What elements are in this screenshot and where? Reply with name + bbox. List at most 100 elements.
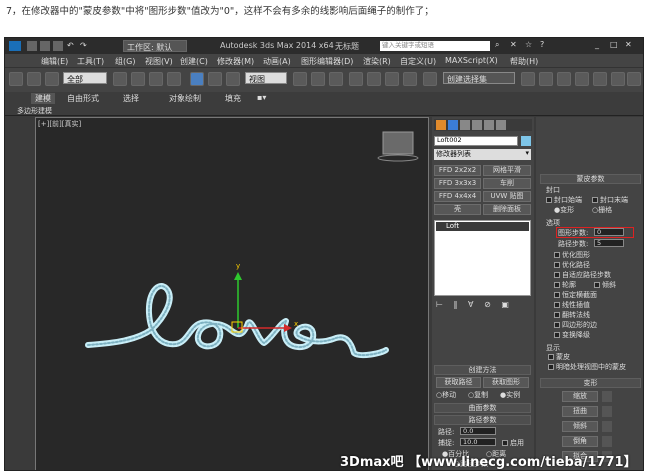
render-setup-icon[interactable] — [611, 72, 625, 86]
curve-editor-icon[interactable] — [575, 72, 589, 86]
star-icon[interactable]: ☆ — [525, 40, 532, 49]
cap-end-checkbox[interactable]: 封口末端 — [592, 195, 628, 205]
adaptive-path-steps-checkbox[interactable]: 自适应路径步数 — [554, 270, 611, 280]
render-icon[interactable] — [627, 72, 641, 86]
move-radio[interactable]: ○移动 — [436, 390, 456, 400]
menu-edit[interactable]: 编辑(E) — [41, 56, 68, 67]
bind-icon[interactable] — [45, 72, 59, 86]
redo-icon[interactable]: ↷ — [80, 41, 87, 50]
ffd-4x4x4-button[interactable]: FFD 4x4x4 — [434, 191, 481, 202]
menu-customize[interactable]: 自定义(U) — [400, 56, 436, 67]
workspace-select[interactable]: 工作区: 默认 — [123, 40, 187, 52]
cap-start-checkbox[interactable]: 封口始端 — [546, 195, 582, 205]
create-tab-icon[interactable] — [436, 120, 446, 130]
contour-checkbox[interactable]: 轮廓 — [554, 280, 576, 290]
skin-shaded-checkbox[interactable]: 明暗处理视图中的蒙皮 — [548, 362, 626, 372]
path-params-header[interactable]: 路径参数 — [434, 415, 531, 425]
morph-radio[interactable]: ●变形 — [554, 205, 574, 215]
transform-degrade-checkbox[interactable]: 变换降级 — [554, 330, 590, 340]
enable-checkbox[interactable]: 启用 — [502, 438, 524, 448]
motion-tab-icon[interactable] — [472, 120, 482, 130]
tab-selection[interactable]: 选择 — [123, 93, 139, 104]
spinner-snap-icon[interactable] — [403, 72, 417, 86]
menu-tools[interactable]: 工具(T) — [77, 56, 104, 67]
ribbon-options-icon[interactable]: ▪▾ — [257, 93, 266, 102]
hierarchy-tab-icon[interactable] — [460, 120, 470, 130]
shell-button[interactable]: 壳 — [434, 204, 481, 215]
percent-snap-icon[interactable] — [385, 72, 399, 86]
shape-steps-spinner[interactable]: 0 — [594, 228, 624, 236]
selection-filter-select[interactable]: 全部 — [63, 72, 107, 84]
scale-icon[interactable] — [226, 72, 240, 86]
app-logo-icon[interactable] — [9, 41, 21, 51]
ffd-2x2x2-button[interactable]: FFD 2x2x2 — [434, 165, 481, 176]
object-color-swatch[interactable] — [521, 136, 531, 146]
material-editor-icon[interactable] — [593, 72, 607, 86]
modify-tab-icon[interactable] — [448, 120, 458, 130]
menu-maxscript[interactable]: MAXScript(X) — [445, 56, 498, 65]
tab-populate[interactable]: 填充 — [225, 93, 241, 104]
linear-interpolation-checkbox[interactable]: 线性插值 — [554, 300, 590, 310]
surface-params-header[interactable]: 曲面参数 — [434, 403, 531, 413]
deformation-header[interactable]: 变形 — [540, 378, 641, 388]
polygon-modeling-label[interactable]: 多边形建模 — [17, 106, 52, 116]
flip-normals-checkbox[interactable]: 翻转法线 — [554, 310, 590, 320]
menu-graph-editors[interactable]: 图形编辑器(D) — [301, 56, 353, 67]
tab-modeling[interactable]: 建模 — [31, 93, 55, 104]
minimize-button[interactable]: _ — [595, 40, 599, 49]
menu-modifiers[interactable]: 修改器(M) — [217, 56, 254, 67]
rotate-icon[interactable] — [208, 72, 222, 86]
edit-named-sets-icon[interactable] — [423, 72, 437, 86]
menu-create[interactable]: 创建(C) — [180, 56, 208, 67]
utilities-tab-icon[interactable] — [496, 120, 506, 130]
new-file-icon[interactable] — [27, 41, 37, 51]
angle-snap-icon[interactable] — [367, 72, 381, 86]
pivot-icon[interactable] — [293, 72, 307, 86]
help-icon[interactable]: ? — [540, 40, 544, 49]
align-icon[interactable] — [539, 72, 553, 86]
menu-help[interactable]: 帮助(H) — [510, 56, 538, 67]
grid-radio[interactable]: ○栅格 — [592, 205, 612, 215]
named-selection-select[interactable]: 创建选择集 — [443, 72, 515, 84]
teeter-deform-button[interactable]: 倾斜 — [562, 421, 598, 432]
skin-checkbox[interactable]: 蒙皮 — [548, 352, 570, 362]
teeter-toggle-icon[interactable] — [602, 421, 612, 432]
skin-params-header[interactable]: 蒙皮参数 — [540, 174, 641, 184]
undo-icon[interactable]: ↶ — [67, 41, 74, 50]
keyboard-shortcut-icon[interactable] — [329, 72, 343, 86]
menu-views[interactable]: 视图(V) — [145, 56, 173, 67]
ffd-3x3x3-button[interactable]: FFD 3x3x3 — [434, 178, 481, 189]
object-name-field[interactable]: Loft002 — [434, 136, 518, 146]
delete-patch-button[interactable]: 删除面板 — [483, 204, 531, 215]
quad-sides-checkbox[interactable]: 四边形的边 — [554, 320, 597, 330]
snap-toggle-icon[interactable] — [349, 72, 363, 86]
search-input[interactable]: 键入关键字或短语 — [380, 41, 490, 51]
scale-deform-button[interactable]: 缩放 — [562, 391, 598, 402]
unlink-icon[interactable] — [27, 72, 41, 86]
menu-animation[interactable]: 动画(A) — [263, 56, 291, 67]
path-steps-spinner[interactable]: 5 — [594, 239, 624, 247]
optimize-shapes-checkbox[interactable]: 优化图形 — [554, 250, 590, 260]
close-button[interactable]: ✕ — [625, 40, 632, 49]
mirror-icon[interactable] — [521, 72, 535, 86]
stack-item-loft[interactable]: Loft — [436, 222, 529, 231]
select-by-name-icon[interactable] — [131, 72, 145, 86]
constant-cross-section-checkbox[interactable]: 恒定横截面 — [554, 290, 597, 300]
move-icon[interactable] — [190, 72, 204, 86]
get-shape-button[interactable]: 获取图形 — [483, 377, 529, 388]
copy-radio[interactable]: ○复制 — [468, 390, 488, 400]
lathe-button[interactable]: 车削 — [483, 178, 531, 189]
stack-tools-icons[interactable]: ⊢ ‖ ∀ ⊘ ▣ — [436, 300, 531, 312]
open-file-icon[interactable] — [40, 41, 50, 51]
save-icon[interactable] — [53, 41, 63, 51]
modifier-list-select[interactable]: 修改器列表 ▾ — [434, 149, 531, 160]
modifier-stack[interactable]: Loft — [434, 220, 531, 296]
menu-rendering[interactable]: 渲染(R) — [363, 56, 391, 67]
banking-checkbox[interactable]: 倾斜 — [594, 280, 616, 290]
twist-toggle-icon[interactable] — [602, 406, 612, 417]
ref-coord-select[interactable]: 视图 — [245, 72, 287, 84]
layer-icon[interactable] — [557, 72, 571, 86]
create-method-header[interactable]: 创建方法 — [434, 365, 531, 375]
uvw-map-button[interactable]: UVW 贴图 — [483, 191, 531, 202]
path-spinner[interactable]: 0.0 — [460, 427, 496, 435]
